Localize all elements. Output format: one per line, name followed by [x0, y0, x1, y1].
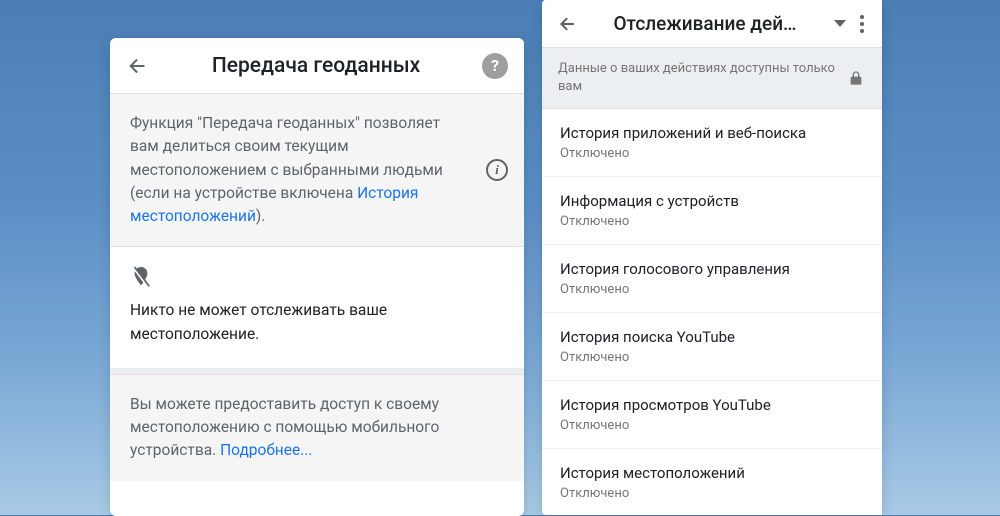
setting-voice-history[interactable]: История голосового управления Отключено — [542, 245, 882, 313]
setting-location-history[interactable]: История местоположений Отключено — [542, 449, 882, 515]
setting-title: Информация с устройств — [560, 192, 864, 210]
setting-youtube-search[interactable]: История поиска YouTube Отключено — [542, 313, 882, 381]
header: Передача геоданных ? — [110, 38, 524, 94]
back-arrow-icon[interactable] — [126, 54, 150, 78]
grant-access-card: Вы можете предоставить доступ к своему м… — [110, 374, 524, 481]
setting-status: Отключено — [560, 350, 864, 365]
setting-title: История просмотров YouTube — [560, 396, 864, 414]
privacy-banner: Данные о ваших действиях доступны только… — [542, 48, 882, 109]
setting-title: История поиска YouTube — [560, 328, 864, 346]
setting-status: Отключено — [560, 146, 864, 161]
setting-status: Отключено — [560, 486, 864, 501]
overflow-menu-icon[interactable] — [856, 11, 868, 37]
activity-tracking-screen: Отслеживание дей… Данные о ваших действи… — [542, 0, 882, 515]
page-title: Передача геоданных — [158, 54, 474, 78]
tracking-status-text: Никто не может отслеживать ваше местопол… — [130, 299, 504, 346]
setting-title: История местоположений — [560, 464, 864, 482]
settings-list: История приложений и веб-поиска Отключен… — [542, 109, 882, 515]
back-arrow-icon[interactable] — [556, 12, 580, 36]
setting-app-web-history[interactable]: История приложений и веб-поиска Отключен… — [542, 109, 882, 177]
setting-title: История приложений и веб-поиска — [560, 124, 864, 142]
page-title: Отслеживание дей… — [586, 12, 824, 35]
setting-status: Отключено — [560, 282, 864, 297]
help-icon[interactable]: ? — [482, 53, 508, 79]
setting-youtube-watch[interactable]: История просмотров YouTube Отключено — [542, 381, 882, 449]
location-sharing-screen: Передача геоданных ? Функция "Передача г… — [110, 38, 524, 516]
feature-description-card: Функция "Передача геоданных" позволяет в… — [110, 94, 524, 247]
dropdown-arrow-icon[interactable] — [834, 20, 846, 27]
setting-title: История голосового управления — [560, 260, 864, 278]
setting-status: Отключено — [560, 418, 864, 433]
privacy-banner-text: Данные о ваших действиях доступны только… — [558, 60, 838, 96]
learn-more-link[interactable]: Подробнее... — [220, 441, 312, 459]
location-off-icon — [130, 265, 504, 291]
header: Отслеживание дей… — [542, 0, 882, 48]
tracking-status-card: Никто не может отслеживать ваше местопол… — [110, 247, 524, 374]
info-icon[interactable]: i — [486, 159, 508, 181]
lock-icon — [848, 68, 866, 88]
setting-status: Отключено — [560, 214, 864, 229]
setting-device-info[interactable]: Информация с устройств Отключено — [542, 177, 882, 245]
description-text-suffix: ). — [256, 207, 265, 225]
